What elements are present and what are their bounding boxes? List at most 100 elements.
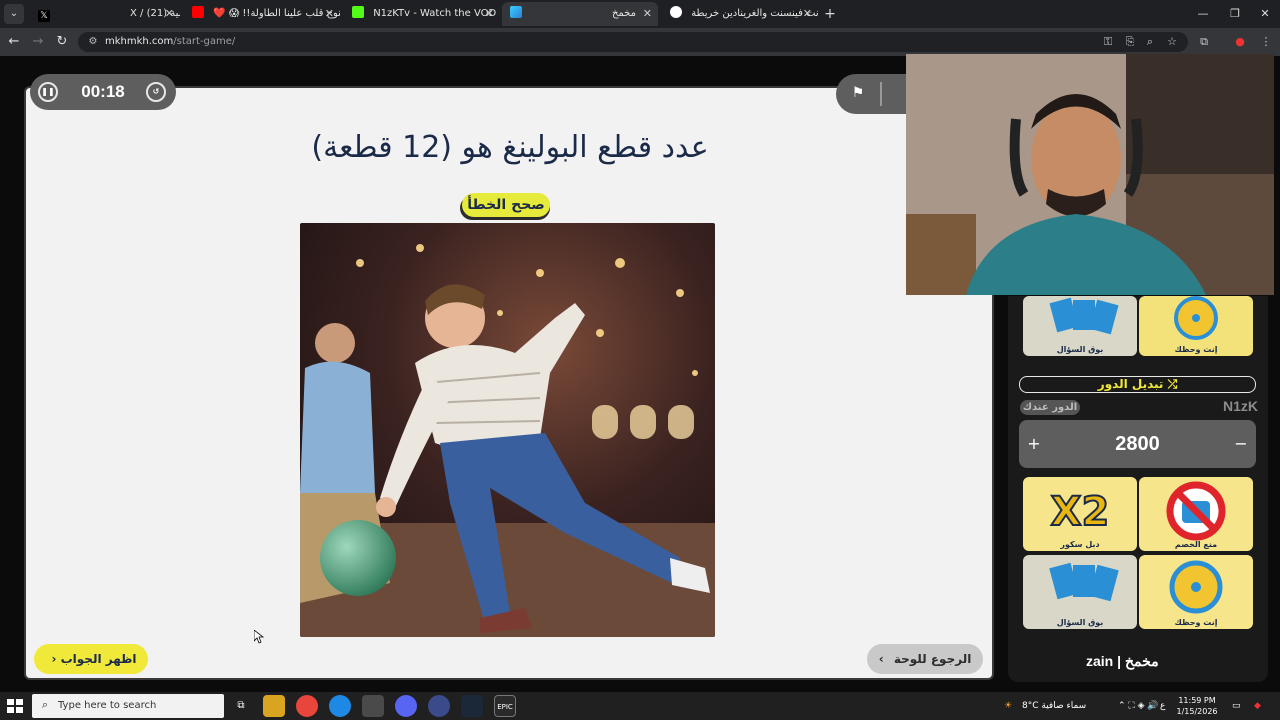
app-icon[interactable] bbox=[428, 695, 450, 717]
pause-icon[interactable]: ❚❚ bbox=[38, 82, 58, 102]
browser-tab-bar: ⌄ 𝕏 X / (21) الرئيسية ✕ أبو نوح قلب علين… bbox=[0, 0, 1280, 28]
score-control: + 2800 − bbox=[1019, 420, 1256, 468]
discord-icon[interactable] bbox=[395, 695, 417, 717]
steam-icon[interactable] bbox=[461, 695, 483, 717]
tab-title: سانت فينسنت والغرينادين خريطة bbox=[691, 8, 818, 19]
tab-search-button[interactable]: ⌄ bbox=[4, 4, 24, 24]
lifeline-luck-wheel[interactable]: إنت وحظك bbox=[1139, 296, 1253, 356]
card-label: إنت وحظك bbox=[1174, 618, 1218, 627]
show-answer-label: اظهر الجواب bbox=[60, 652, 137, 666]
youtube-favicon-icon bbox=[192, 6, 204, 18]
chevron-right-icon: › bbox=[878, 652, 884, 666]
weather-icon: ☀ bbox=[1004, 701, 1013, 711]
url-text: mkhmkh.com/start-game/ bbox=[105, 36, 236, 47]
close-tab-icon[interactable]: ✕ bbox=[325, 2, 334, 26]
forward-icon[interactable]: → bbox=[28, 32, 48, 52]
lifeline-double-score[interactable]: X2 دبل سكور bbox=[1023, 477, 1137, 551]
lifeline-block-opponent[interactable]: منع الخصم bbox=[1139, 477, 1253, 551]
language-indicator[interactable]: ع bbox=[1160, 692, 1165, 720]
site-info-icon[interactable]: ⚙ bbox=[86, 35, 100, 49]
back-to-board-button[interactable]: الرجوع للوحة › bbox=[867, 644, 983, 674]
tab-google-maps[interactable]: سانت فينسنت والغرينادين خريطة ✕ bbox=[662, 2, 818, 26]
tab-title: أبو نوح قلب علينا الطاولة!! 😱 ❤️ bbox=[213, 8, 340, 19]
turn-badge: الدور عندك bbox=[1020, 400, 1080, 415]
extensions-icon[interactable]: ⧉ bbox=[1196, 34, 1212, 50]
task-view-icon[interactable]: ⧉ bbox=[230, 695, 252, 717]
card-label: منع الخصم bbox=[1174, 540, 1218, 549]
switch-turn-button[interactable]: ⤮ تبديل الدور bbox=[1019, 376, 1256, 393]
show-answer-button[interactable]: اظهر الجواب ‹ bbox=[34, 644, 148, 674]
tab-mkhmkh[interactable]: مخمخ ✕ bbox=[502, 2, 658, 26]
back-icon[interactable]: ← bbox=[4, 32, 24, 52]
new-tab-button[interactable]: + bbox=[822, 4, 838, 24]
reset-timer-icon[interactable]: ↺ bbox=[146, 82, 166, 102]
increase-score-button[interactable]: + bbox=[1019, 420, 1049, 468]
tab-title: مخمخ bbox=[611, 8, 636, 19]
minimize-button[interactable]: — bbox=[1186, 0, 1220, 28]
svg-text:X2: X2 bbox=[1051, 489, 1110, 535]
team-score: 2800 bbox=[1115, 433, 1160, 455]
timer: 00:18 bbox=[81, 82, 125, 101]
back-to-board-label: الرجوع للوحة bbox=[893, 652, 972, 666]
clock[interactable]: 11:59 PM 1/15/2026 bbox=[1168, 695, 1226, 717]
time: 11:59 PM bbox=[1178, 696, 1216, 705]
question-text: عدد قطع البولينغ هو (12 قطعة) bbox=[311, 130, 709, 165]
epic-games-icon[interactable]: EPIC bbox=[494, 695, 516, 717]
timer-bar: ❚❚ 00:18 ↺ bbox=[30, 74, 176, 110]
tab-x[interactable]: 𝕏 X / (21) الرئيسية ✕ bbox=[30, 2, 180, 26]
bowling-photo bbox=[300, 223, 715, 637]
bookmark-star-icon[interactable]: ☆ bbox=[1164, 34, 1180, 50]
x-favicon-icon: 𝕏 bbox=[38, 10, 50, 22]
close-tab-icon[interactable]: ✕ bbox=[165, 2, 174, 26]
windows-start-icon[interactable] bbox=[6, 698, 24, 714]
close-tab-icon[interactable]: ✕ bbox=[803, 2, 812, 26]
restore-button[interactable]: ❐ bbox=[1218, 0, 1252, 28]
menu-kebab-icon[interactable]: ⋮ bbox=[1258, 34, 1274, 50]
lifeline-luck-wheel-2[interactable]: إنت وحظك bbox=[1139, 555, 1253, 629]
streamer-camera bbox=[906, 54, 1274, 295]
profile-icon[interactable]: ● bbox=[1232, 34, 1248, 50]
card-label: إنت وحظك bbox=[1174, 345, 1218, 354]
weather-text[interactable]: 8°C سماء صافية bbox=[1022, 692, 1086, 720]
taskbar-search[interactable]: ⌕ Type here to search bbox=[32, 694, 224, 718]
team-name: N1zK bbox=[1222, 398, 1258, 414]
chrome-icon[interactable] bbox=[296, 695, 318, 717]
password-key-icon[interactable]: ⚿ bbox=[1100, 34, 1116, 50]
screen: { "browser": { "tabs": [ {"title": "X / … bbox=[0, 0, 1280, 720]
tab-title: N1zKTv - Watch the VOD on Ki bbox=[373, 8, 500, 19]
zoom-icon[interactable]: ⌕ bbox=[1142, 34, 1158, 50]
file-explorer-icon[interactable] bbox=[263, 695, 285, 717]
brand-logo: zain | مخمخ bbox=[1086, 653, 1159, 669]
date: 1/15/2026 bbox=[1176, 707, 1218, 716]
edge-icon[interactable] bbox=[329, 695, 351, 717]
webcam-overlay bbox=[906, 54, 1274, 295]
flag-icon[interactable]: ⚑ bbox=[850, 84, 866, 102]
decrease-score-button[interactable]: − bbox=[1226, 420, 1256, 468]
google-favicon-icon bbox=[670, 6, 682, 18]
close-tab-icon[interactable]: ✕ bbox=[643, 2, 652, 26]
card-label: بوق السؤال bbox=[1056, 345, 1104, 354]
chrome-active-icon[interactable] bbox=[362, 695, 384, 717]
url-field[interactable]: ⚙ mkhmkh.com/start-game/ bbox=[78, 32, 1188, 52]
question-image bbox=[300, 223, 715, 637]
lifeline-question-horn[interactable]: بوق السؤال bbox=[1023, 296, 1137, 356]
separator bbox=[880, 82, 882, 106]
chevron-left-icon: ‹ bbox=[51, 652, 57, 666]
address-bar: ← → ↻ ⚙ mkhmkh.com/start-game/ ⚿ ⎘ ⌕ ☆ ⧉… bbox=[0, 28, 1280, 56]
close-tab-icon[interactable]: ✕ bbox=[485, 2, 494, 26]
close-window-button[interactable]: ✕ bbox=[1248, 0, 1280, 28]
card-label: بوق السؤال bbox=[1056, 618, 1104, 627]
install-app-icon[interactable]: ⎘ bbox=[1122, 34, 1138, 50]
category-badge: صحح الخطأ bbox=[462, 193, 550, 217]
reload-icon[interactable]: ↻ bbox=[52, 32, 72, 52]
tray-icons[interactable]: ⌃ ⛶ ◈ 🔊 bbox=[1118, 692, 1159, 720]
notifications-icon[interactable]: ▭ bbox=[1232, 692, 1241, 720]
mouse-cursor-icon bbox=[254, 630, 264, 644]
lifeline-question-horn-2[interactable]: بوق السؤال bbox=[1023, 555, 1137, 629]
tab-kick[interactable]: N1zKTv - Watch the VOD on Ki ✕ bbox=[344, 2, 500, 26]
copilot-icon[interactable]: ◆ bbox=[1254, 692, 1261, 720]
windows-taskbar: ⌕ Type here to search ⧉ EPIC ☀ 8°C سماء … bbox=[0, 692, 1280, 720]
search-placeholder: Type here to search bbox=[58, 700, 157, 711]
tab-youtube[interactable]: أبو نوح قلب علينا الطاولة!! 😱 ❤️ ✕ bbox=[184, 2, 340, 26]
card-label: دبل سكور bbox=[1060, 540, 1100, 549]
